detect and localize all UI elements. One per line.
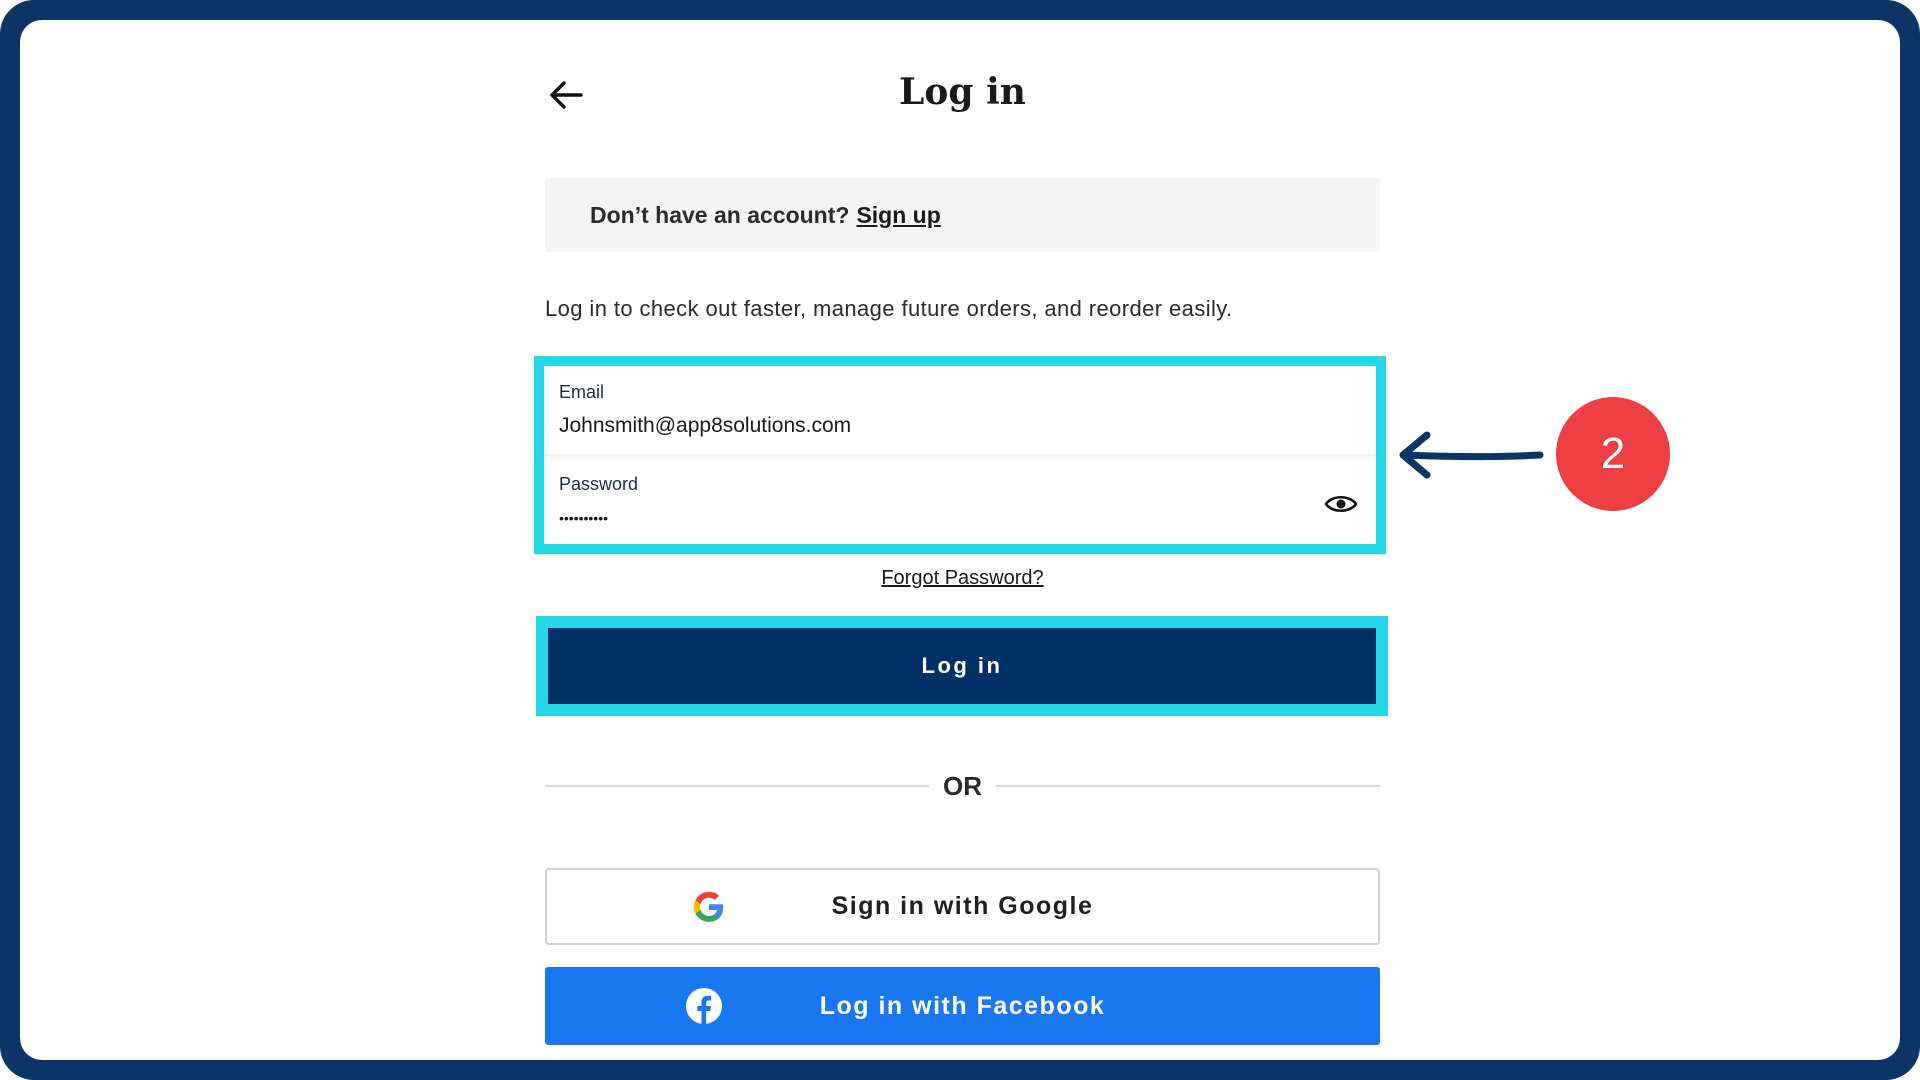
facebook-login-button[interactable]: Log in with Facebook [545,967,1380,1045]
or-label: OR [943,770,982,801]
credentials-highlight: Email Password •••••••••• [534,356,1386,554]
login-button-highlight: Log in [536,616,1388,716]
google-signin-button[interactable]: Sign in with Google [545,868,1380,945]
annotation-arrow-icon [1399,431,1544,479]
facebook-login-label: Log in with Facebook [819,991,1106,1020]
eye-icon[interactable] [1324,492,1358,516]
back-button[interactable] [545,74,587,116]
email-field[interactable]: Email [544,366,1376,454]
forgot-password-link[interactable]: Forgot Password? [545,567,1380,590]
divider-line-left [545,785,929,787]
email-input[interactable] [559,414,1279,438]
signup-link[interactable]: Sign up [856,202,940,229]
signup-banner: Don’t have an account? Sign up [545,178,1380,252]
or-divider: OR [545,766,1380,806]
page-title: Log in [899,71,1026,113]
arrow-left-icon [550,81,583,109]
google-signin-label: Sign in with Google [831,892,1094,920]
email-label: Email [559,382,605,402]
password-field[interactable]: Password •••••••••• [544,454,1376,544]
login-page: Log in Don’t have an account? Sign up Lo… [0,0,1920,1080]
login-button[interactable]: Log in [548,628,1376,704]
divider-line-right [996,785,1380,787]
password-input[interactable]: •••••••••• [559,510,1279,526]
intro-text: Log in to check out faster, manage futur… [545,296,1233,321]
step-number-badge: 2 [1556,397,1670,511]
signup-prompt: Don’t have an account? [590,201,850,228]
password-label: Password [559,474,639,494]
